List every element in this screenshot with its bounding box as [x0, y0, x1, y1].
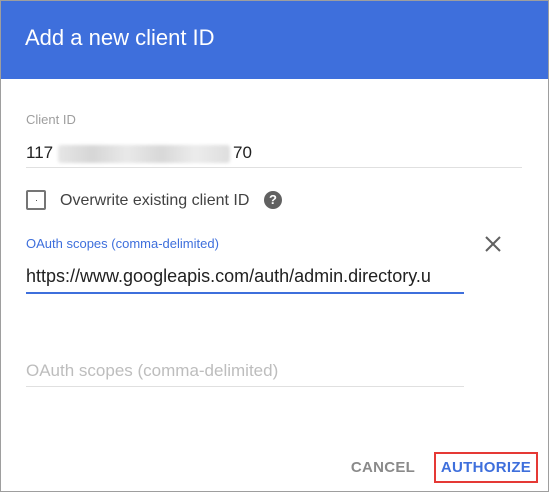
client-id-value-prefix: 117 — [26, 143, 54, 162]
oauth-scopes-label: OAuth scopes (comma-delimited) — [26, 236, 219, 251]
oauth-scopes-input[interactable]: https://www.googleapis.com/auth/admin.di… — [26, 264, 464, 294]
authorize-button[interactable]: AUTHORIZE — [434, 452, 538, 483]
oauth-scopes-placeholder: OAuth scopes (comma-delimited) — [26, 361, 279, 380]
client-id-value-suffix: 70 — [233, 143, 252, 162]
oauth-scopes-input-new[interactable]: OAuth scopes (comma-delimited) — [26, 360, 464, 387]
oauth-scopes-value: https://www.googleapis.com/auth/admin.di… — [26, 266, 431, 286]
add-client-id-dialog: Add a new client ID Client ID 117 70 Ove… — [0, 0, 549, 492]
client-id-redacted — [58, 145, 230, 163]
overwrite-checkbox[interactable] — [26, 190, 46, 210]
dialog-title: Add a new client ID — [25, 25, 215, 50]
close-icon[interactable] — [483, 234, 503, 254]
client-id-label: Client ID — [26, 112, 76, 127]
help-icon[interactable]: ? — [264, 191, 282, 209]
overwrite-checkbox-label[interactable]: Overwrite existing client ID — [60, 191, 249, 211]
cancel-button[interactable]: CANCEL — [345, 458, 421, 478]
client-id-field[interactable]: 117 70 — [26, 143, 522, 168]
dialog-header: Add a new client ID — [1, 1, 548, 79]
checkbox-focus-dot — [36, 200, 37, 201]
